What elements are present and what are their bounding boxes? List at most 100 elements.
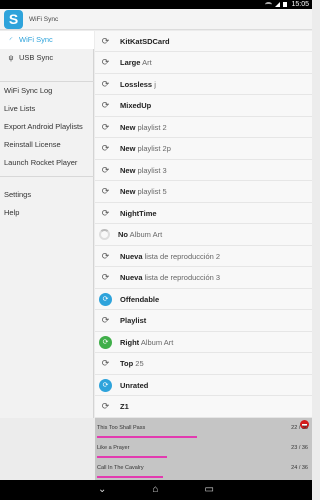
sync-progress-panel: This Too Shall Pass 22 / 36 Like a Praye… [95, 418, 312, 480]
status-bar: 15:05 [0, 0, 312, 9]
recents-icon[interactable]: ▭ [204, 480, 213, 500]
sync-track-name: Like a Prayer [97, 445, 130, 451]
app-logo-icon[interactable]: S [4, 10, 23, 29]
sync-icon[interactable]: ⟳ [99, 400, 112, 413]
sync-icon[interactable]: ⟳ [99, 99, 112, 112]
sync-icon[interactable]: ⟳ [99, 164, 112, 177]
playlist-name-rest: playlist 3 [137, 165, 167, 175]
playlist-row[interactable]: ⟳ Nueva lista de reproducción 2 [95, 246, 312, 267]
sync-item: Like a Prayer 23 / 36 [95, 440, 312, 461]
playlist-label: Right Album Art [120, 338, 173, 347]
battery-icon [283, 2, 287, 7]
playlist-row[interactable]: ⟳ New playlist 2 [95, 117, 312, 138]
playlist-row[interactable]: ⟳ Unrated [95, 375, 312, 396]
playlist-label: New playlist 3 [120, 166, 167, 175]
sync-active-blue-icon[interactable]: ⟳ [99, 292, 112, 306]
app-title: WiFi Sync [29, 16, 59, 23]
usb-icon: ψ [8, 55, 14, 62]
playlist-name-rest: playlist 5 [137, 187, 167, 196]
playlist-row[interactable]: ⟳ MixedUp [95, 96, 312, 117]
sidebar-item-usb-sync[interactable]: ψ USB Sync [0, 49, 94, 67]
playlist-row[interactable]: ⟳ New playlist 5 [95, 182, 312, 203]
sync-icon[interactable]: ⟳ [99, 314, 112, 327]
playlist-name-bold: New [120, 165, 136, 175]
sidebar-item-settings[interactable]: Settings [0, 186, 94, 203]
sync-icon[interactable]: ⟳ [99, 35, 112, 48]
playlist-label: No Album Art [118, 230, 162, 239]
sidebar: ◜ WiFi Sync ψ USB Sync WiFi Sync Log Live … [0, 31, 94, 418]
sync-icon[interactable]: ⟳ [99, 121, 112, 134]
playlist-name-bold: New [120, 187, 136, 196]
playlist-row[interactable]: ⟳ Nueva lista de reproducción 3 [95, 268, 312, 289]
playlist-name-bold: MixedUp [120, 101, 152, 110]
navigation-bar: ⌄ ⌂ ▭ [0, 480, 312, 500]
sync-item: Call In The Cavalry 24 / 36 [95, 460, 312, 481]
playlist-name-bold: KitKatSDCard [120, 36, 170, 46]
action-bar: S WiFi Sync [0, 9, 312, 30]
status-icons [265, 2, 287, 7]
playlist-label: Top 25 [120, 359, 144, 368]
playlist-name-bold: Z1 [120, 402, 129, 411]
sync-track-name: This Too Shall Pass [97, 425, 146, 431]
playlist-name-bold: Unrated [120, 380, 149, 390]
sync-icon[interactable]: ⟳ [99, 78, 112, 91]
playlist-row[interactable]: ⟳ Right Album Art [95, 332, 312, 353]
sync-icon[interactable]: ⟳ [99, 250, 112, 263]
playlist-row[interactable]: ⟳ Playlist [95, 311, 312, 332]
home-icon[interactable]: ⌂ [152, 480, 158, 500]
sync-icon[interactable]: ⟳ [99, 357, 112, 370]
sidebar-item-wifi-sync[interactable]: ◜ WiFi Sync [0, 31, 94, 49]
loading-icon[interactable] [99, 229, 110, 240]
playlist-name-rest: 25 [135, 359, 144, 368]
sidebar-item-launch-rocket-player[interactable]: Launch Rocket Player [0, 154, 94, 171]
sidebar-item-live-lists[interactable]: Live Lists [0, 100, 94, 117]
sync-icon[interactable]: ⟳ [99, 185, 112, 198]
status-time: 15:05 [291, 1, 309, 8]
playlist-row[interactable]: No Album Art [95, 225, 312, 246]
playlist-label: Playlist [120, 316, 146, 325]
playlist-name-bold: Nueva [120, 251, 143, 261]
playlist-label: Lossless j [120, 80, 156, 89]
playlist-row[interactable]: ⟳ Large Art [95, 53, 312, 74]
playlist-row[interactable]: ⟳ NightTime [95, 203, 312, 224]
sync-icon[interactable]: ⟳ [99, 56, 112, 69]
sync-icon[interactable]: ⟳ [99, 271, 112, 284]
sidebar-item-wifi-sync-log[interactable]: WiFi Sync Log [0, 82, 94, 99]
sync-progress-bar [97, 436, 197, 438]
sidebar-item-reinstall-license[interactable]: Reinstall License [0, 136, 94, 153]
playlist-name-bold: Lossless [120, 79, 153, 89]
playlist-name-bold: New [120, 122, 136, 132]
sync-active-blue-icon[interactable]: ⟳ [99, 378, 112, 392]
sidebar-item-export-android-playlists[interactable]: Export Android Playlists [0, 118, 94, 135]
playlist-row[interactable]: ⟳ Z1 [95, 397, 312, 418]
playlist-name-bold: Playlist [120, 316, 147, 325]
playlist-label: Nueva lista de reproducción 3 [120, 273, 220, 282]
playlist-name-bold: Right [120, 337, 140, 347]
sync-icon[interactable]: ⟳ [99, 207, 112, 220]
sync-count: 23 / 36 [291, 445, 308, 451]
playlist-name-bold: NightTime [120, 208, 157, 218]
sync-count: 24 / 36 [291, 465, 308, 471]
playlist-name-bold: Large [120, 58, 141, 67]
sync-done-green-icon[interactable]: ⟳ [99, 335, 112, 349]
playlist-row[interactable]: ⟳ Lossless j [95, 74, 312, 95]
sidebar-item-label: USB Sync [19, 53, 54, 62]
playlist-name-rest: playlist 2p [137, 144, 171, 153]
back-icon[interactable]: ⌄ [98, 480, 106, 500]
playlist-row[interactable]: ⟳ Offendable [95, 289, 312, 310]
playlist-row[interactable]: ⟳ KitKatSDCard [95, 31, 312, 52]
playlist-row[interactable]: ⟳ New playlist 2p [95, 139, 312, 160]
sync-icon[interactable]: ⟳ [99, 142, 112, 155]
divider [0, 176, 94, 177]
playlist-label: Nueva lista de reproducción 2 [120, 252, 220, 261]
sync-progress-bar [97, 456, 167, 458]
playlist-label: Offendable [120, 295, 159, 304]
sync-progress-bar [97, 476, 163, 478]
playlist-name-rest: playlist 2 [137, 122, 167, 132]
playlist-list[interactable]: ⟳ KitKatSDCard ⟳ Large Art ⟳ Lossless j ⟳ Mixed… [95, 31, 312, 418]
playlist-row[interactable]: ⟳ Top 25 [95, 354, 312, 375]
playlist-label: New playlist 5 [120, 187, 167, 196]
playlist-row[interactable]: ⟳ New playlist 3 [95, 160, 312, 181]
sidebar-item-help[interactable]: Help [0, 204, 94, 221]
playlist-label: NightTime [120, 209, 157, 218]
